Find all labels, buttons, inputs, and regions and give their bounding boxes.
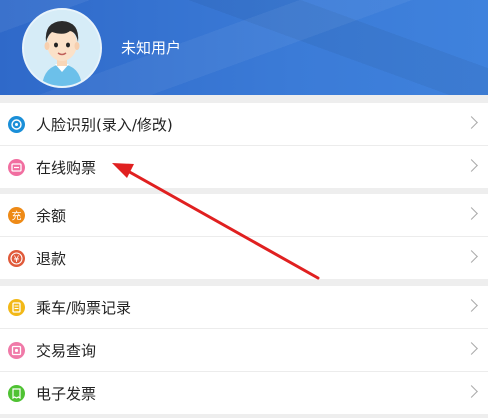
avatar[interactable] (22, 8, 102, 88)
chevron-right-icon (465, 385, 478, 398)
avatar-boy-icon (24, 10, 100, 86)
record-icon (8, 299, 25, 316)
menu-item-online-ticket[interactable]: 在线购票 (0, 146, 488, 188)
chevron-right-icon (465, 299, 478, 312)
menu-item-label: 电子发票 (36, 385, 97, 403)
chevron-right-icon (465, 207, 478, 220)
menu-item-label: 交易查询 (36, 342, 97, 360)
menu-item-ride-records[interactable]: 乘车/购票记录 (0, 286, 488, 329)
menu-item-label: 在线购票 (36, 159, 97, 177)
ticket-icon (8, 159, 25, 176)
menu-group-2: 充 余额 ¥ 退款 (0, 194, 488, 279)
menu-group-1: 人脸识别(录入/修改) 在线购票 (0, 103, 488, 188)
chevron-right-icon (465, 342, 478, 355)
menu-group-3: 乘车/购票记录 交易查询 电子发票 (0, 286, 488, 414)
menu-item-e-invoice[interactable]: 电子发票 (0, 372, 488, 414)
svg-text:¥: ¥ (14, 255, 20, 265)
profile-header: 未知用户 (0, 0, 488, 95)
chevron-right-icon (465, 116, 478, 129)
invoice-icon (8, 385, 25, 402)
recharge-icon: 充 (8, 207, 25, 224)
menu-item-label: 乘车/购票记录 (36, 299, 132, 317)
menu-item-label: 人脸识别(录入/修改) (36, 116, 173, 134)
menu-item-refund[interactable]: ¥ 退款 (0, 237, 488, 279)
menu-item-face-recognition[interactable]: 人脸识别(录入/修改) (0, 103, 488, 146)
face-recognition-icon (8, 116, 25, 133)
menu-item-transaction-query[interactable]: 交易查询 (0, 329, 488, 372)
menu-item-label: 余额 (36, 207, 67, 225)
svg-text:充: 充 (12, 210, 22, 223)
chevron-right-icon (465, 159, 478, 172)
chevron-right-icon (465, 250, 478, 263)
menu-item-balance[interactable]: 充 余额 (0, 194, 488, 237)
menu-item-label: 退款 (36, 250, 67, 268)
transaction-query-icon (8, 342, 25, 359)
refund-icon: ¥ (8, 250, 25, 267)
username: 未知用户 (121, 39, 182, 57)
